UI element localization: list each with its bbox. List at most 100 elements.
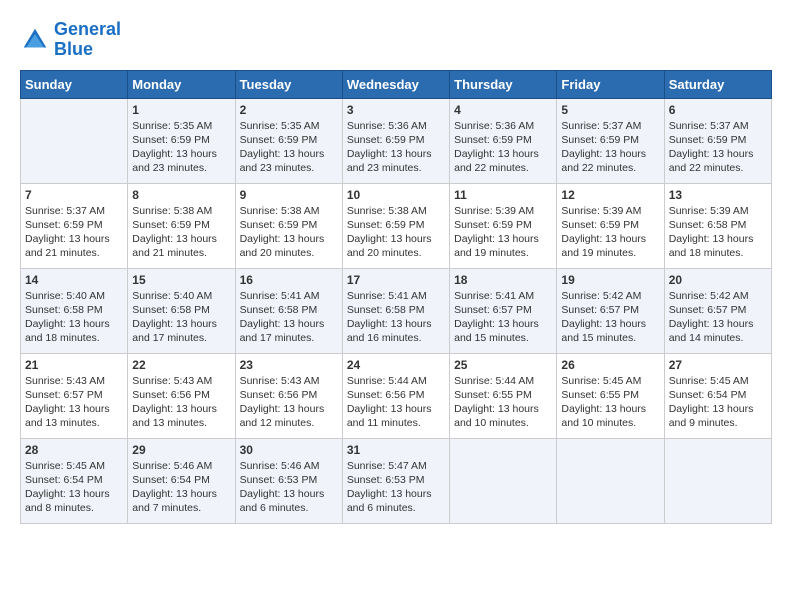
day-info: Sunrise: 5:37 AMSunset: 6:59 PMDaylight:… [561, 119, 659, 176]
day-cell: 31 Sunrise: 5:47 AMSunset: 6:53 PMDayligh… [342, 438, 449, 523]
day-number: 24 [347, 358, 445, 372]
calendar-header: SundayMondayTuesdayWednesdayThursdayFrid… [21, 70, 772, 98]
day-cell [450, 438, 557, 523]
day-number: 4 [454, 103, 552, 117]
header-cell-tuesday: Tuesday [235, 70, 342, 98]
day-number: 7 [25, 188, 123, 202]
day-info: Sunrise: 5:41 AMSunset: 6:57 PMDaylight:… [454, 289, 552, 346]
week-row-5: 28 Sunrise: 5:45 AMSunset: 6:54 PMDayligh… [21, 438, 772, 523]
day-info: Sunrise: 5:38 AMSunset: 6:59 PMDaylight:… [132, 204, 230, 261]
logo-text: GeneralBlue [54, 20, 121, 60]
day-number: 1 [132, 103, 230, 117]
week-row-4: 21Sunrise: 5:43 AMSunset: 6:57 PMDayligh… [21, 353, 772, 438]
day-info: Sunrise: 5:37 AMSunset: 6:59 PMDaylight:… [25, 204, 123, 261]
day-info: Sunrise: 5:45 AMSunset: 6:54 PMDaylight:… [669, 374, 767, 431]
day-info: Sunrise: 5:36 AMSunset: 6:59 PMDaylight:… [347, 119, 445, 176]
day-cell: 23Sunrise: 5:43 AMSunset: 6:56 PMDayligh… [235, 353, 342, 438]
day-cell: 10Sunrise: 5:38 AMSunset: 6:59 PMDayligh… [342, 183, 449, 268]
day-cell: 4 Sunrise: 5:36 AMSunset: 6:59 PMDaylight… [450, 98, 557, 183]
day-cell: 8Sunrise: 5:38 AMSunset: 6:59 PMDaylight… [128, 183, 235, 268]
day-info: Sunrise: 5:47 AMSunset: 6:53 PMDaylight:… [347, 459, 445, 516]
day-cell: 20Sunrise: 5:42 AMSunset: 6:57 PMDayligh… [664, 268, 771, 353]
day-cell: 7 Sunrise: 5:37 AMSunset: 6:59 PMDaylight… [21, 183, 128, 268]
day-info: Sunrise: 5:37 AMSunset: 6:59 PMDaylight:… [669, 119, 767, 176]
header-cell-monday: Monday [128, 70, 235, 98]
day-info: Sunrise: 5:46 AMSunset: 6:54 PMDaylight:… [132, 459, 230, 516]
day-cell: 24 Sunrise: 5:44 AMSunset: 6:56 PMDayligh… [342, 353, 449, 438]
day-info: Sunrise: 5:41 AMSunset: 6:58 PMDaylight:… [347, 289, 445, 346]
day-info: Sunrise: 5:42 AMSunset: 6:57 PMDaylight:… [561, 289, 659, 346]
day-info: Sunrise: 5:40 AMSunset: 6:58 PMDaylight:… [132, 289, 230, 346]
calendar-body: 1 Sunrise: 5:35 AMSunset: 6:59 PMDaylight… [21, 98, 772, 523]
week-row-2: 7 Sunrise: 5:37 AMSunset: 6:59 PMDaylight… [21, 183, 772, 268]
header-row: SundayMondayTuesdayWednesdayThursdayFrid… [21, 70, 772, 98]
day-cell: 28 Sunrise: 5:45 AMSunset: 6:54 PMDayligh… [21, 438, 128, 523]
day-info: Sunrise: 5:36 AMSunset: 6:59 PMDaylight:… [454, 119, 552, 176]
day-number: 28 [25, 443, 123, 457]
day-cell: 9 Sunrise: 5:38 AMSunset: 6:59 PMDaylight… [235, 183, 342, 268]
day-cell: 18 Sunrise: 5:41 AMSunset: 6:57 PMDayligh… [450, 268, 557, 353]
day-cell: 25 Sunrise: 5:44 AMSunset: 6:55 PMDayligh… [450, 353, 557, 438]
day-cell: 6 Sunrise: 5:37 AMSunset: 6:59 PMDaylight… [664, 98, 771, 183]
day-info: Sunrise: 5:45 AMSunset: 6:55 PMDaylight:… [561, 374, 659, 431]
calendar-table: SundayMondayTuesdayWednesdayThursdayFrid… [20, 70, 772, 524]
day-number: 26 [561, 358, 659, 372]
day-cell: 11 Sunrise: 5:39 AMSunset: 6:59 PMDayligh… [450, 183, 557, 268]
day-number: 15 [132, 273, 230, 287]
day-number: 6 [669, 103, 767, 117]
day-cell [664, 438, 771, 523]
week-row-1: 1 Sunrise: 5:35 AMSunset: 6:59 PMDaylight… [21, 98, 772, 183]
day-cell: 3 Sunrise: 5:36 AMSunset: 6:59 PMDaylight… [342, 98, 449, 183]
header-cell-saturday: Saturday [664, 70, 771, 98]
day-info: Sunrise: 5:43 AMSunset: 6:56 PMDaylight:… [240, 374, 338, 431]
header-cell-thursday: Thursday [450, 70, 557, 98]
day-cell: 22Sunrise: 5:43 AMSunset: 6:56 PMDayligh… [128, 353, 235, 438]
day-info: Sunrise: 5:44 AMSunset: 6:55 PMDaylight:… [454, 374, 552, 431]
day-number: 18 [454, 273, 552, 287]
day-info: Sunrise: 5:41 AMSunset: 6:58 PMDaylight:… [240, 289, 338, 346]
day-info: Sunrise: 5:39 AMSunset: 6:59 PMDaylight:… [454, 204, 552, 261]
day-cell [21, 98, 128, 183]
day-number: 14 [25, 273, 123, 287]
day-info: Sunrise: 5:38 AMSunset: 6:59 PMDaylight:… [240, 204, 338, 261]
day-number: 13 [669, 188, 767, 202]
day-info: Sunrise: 5:39 AMSunset: 6:59 PMDaylight:… [561, 204, 659, 261]
day-cell: 17 Sunrise: 5:41 AMSunset: 6:58 PMDayligh… [342, 268, 449, 353]
day-info: Sunrise: 5:46 AMSunset: 6:53 PMDaylight:… [240, 459, 338, 516]
day-cell: 19 Sunrise: 5:42 AMSunset: 6:57 PMDayligh… [557, 268, 664, 353]
day-number: 21 [25, 358, 123, 372]
day-info: Sunrise: 5:39 AMSunset: 6:58 PMDaylight:… [669, 204, 767, 261]
day-cell [557, 438, 664, 523]
day-number: 9 [240, 188, 338, 202]
day-number: 19 [561, 273, 659, 287]
day-number: 29 [132, 443, 230, 457]
day-cell: 21Sunrise: 5:43 AMSunset: 6:57 PMDayligh… [21, 353, 128, 438]
header: GeneralBlue [20, 20, 772, 60]
day-cell: 30Sunrise: 5:46 AMSunset: 6:53 PMDayligh… [235, 438, 342, 523]
day-number: 11 [454, 188, 552, 202]
day-info: Sunrise: 5:45 AMSunset: 6:54 PMDaylight:… [25, 459, 123, 516]
day-number: 20 [669, 273, 767, 287]
day-info: Sunrise: 5:44 AMSunset: 6:56 PMDaylight:… [347, 374, 445, 431]
day-number: 31 [347, 443, 445, 457]
day-number: 3 [347, 103, 445, 117]
day-number: 17 [347, 273, 445, 287]
header-cell-friday: Friday [557, 70, 664, 98]
day-cell: 12Sunrise: 5:39 AMSunset: 6:59 PMDayligh… [557, 183, 664, 268]
day-number: 16 [240, 273, 338, 287]
day-info: Sunrise: 5:35 AMSunset: 6:59 PMDaylight:… [132, 119, 230, 176]
day-number: 25 [454, 358, 552, 372]
day-info: Sunrise: 5:43 AMSunset: 6:56 PMDaylight:… [132, 374, 230, 431]
day-cell: 5 Sunrise: 5:37 AMSunset: 6:59 PMDaylight… [557, 98, 664, 183]
day-cell: 14Sunrise: 5:40 AMSunset: 6:58 PMDayligh… [21, 268, 128, 353]
day-number: 5 [561, 103, 659, 117]
day-cell: 1 Sunrise: 5:35 AMSunset: 6:59 PMDaylight… [128, 98, 235, 183]
day-cell: 26 Sunrise: 5:45 AMSunset: 6:55 PMDayligh… [557, 353, 664, 438]
day-number: 10 [347, 188, 445, 202]
day-info: Sunrise: 5:35 AMSunset: 6:59 PMDaylight:… [240, 119, 338, 176]
day-cell: 13 Sunrise: 5:39 AMSunset: 6:58 PMDayligh… [664, 183, 771, 268]
day-number: 2 [240, 103, 338, 117]
day-cell: 16 Sunrise: 5:41 AMSunset: 6:58 PMDayligh… [235, 268, 342, 353]
day-cell: 29 Sunrise: 5:46 AMSunset: 6:54 PMDayligh… [128, 438, 235, 523]
day-cell: 2 Sunrise: 5:35 AMSunset: 6:59 PMDaylight… [235, 98, 342, 183]
